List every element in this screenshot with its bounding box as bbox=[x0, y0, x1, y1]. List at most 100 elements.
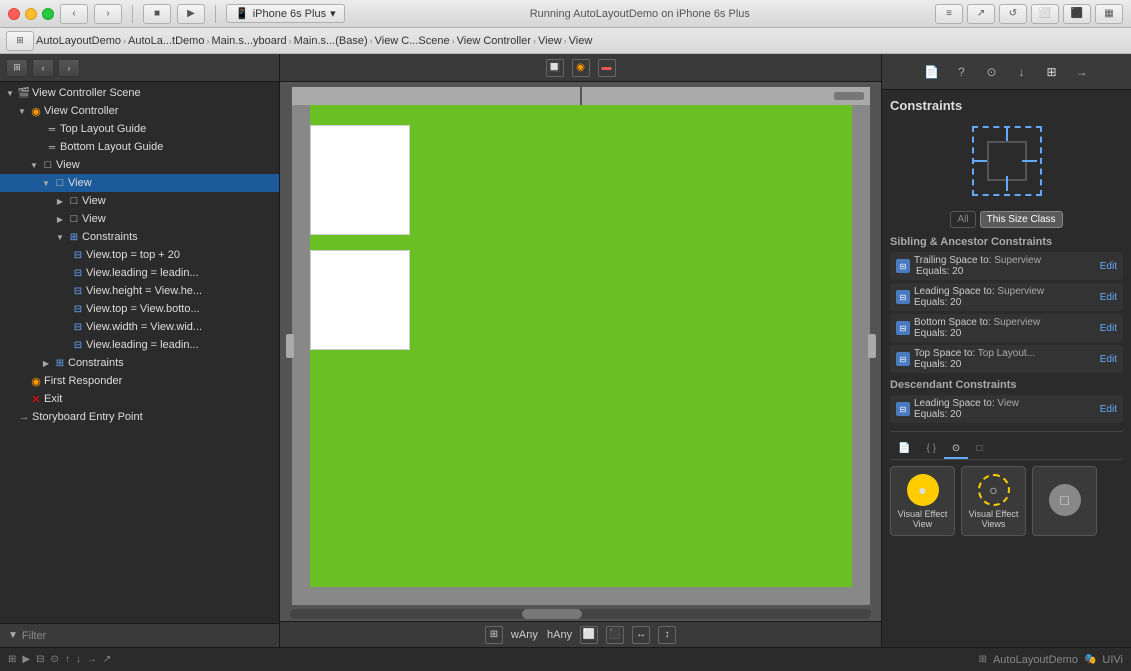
resize-handle-right[interactable] bbox=[868, 334, 876, 358]
canvas-toolbar-icon3[interactable]: ▬ bbox=[598, 59, 616, 77]
bottom-icon2[interactable]: ⬜ bbox=[580, 626, 598, 644]
breadcrumb-menu-button[interactable]: ⊞ bbox=[6, 31, 34, 51]
left-toolbar-btn3[interactable]: › bbox=[58, 59, 80, 77]
sidebar-item-constraint-3[interactable]: ⊟ View.height = View.he... bbox=[0, 282, 279, 300]
stop-button[interactable]: ■ bbox=[143, 4, 171, 24]
play-button[interactable]: ▶ bbox=[177, 4, 205, 24]
rt-files-button[interactable]: 📄 bbox=[918, 59, 946, 85]
edit-leading-button[interactable]: Edit bbox=[1100, 292, 1117, 303]
sidebar-item-first-responder[interactable]: ◉ First Responder bbox=[0, 372, 279, 390]
sidebar-item-constraint-4[interactable]: ⊟ View.top = View.botto... bbox=[0, 300, 279, 318]
forward-button[interactable]: › bbox=[94, 4, 122, 24]
sidebar-item-view-controller-scene[interactable]: ▼ 🎬 View Controller Scene bbox=[0, 84, 279, 102]
filter-label: Filter bbox=[22, 630, 46, 642]
constraint-item-icon: ⊟ bbox=[70, 250, 86, 261]
white-box-1[interactable] bbox=[310, 125, 410, 235]
constraints-icon: ⊞ bbox=[52, 358, 68, 369]
sidebar-item-view-selected[interactable]: ▼ □ View bbox=[0, 174, 279, 192]
close-button[interactable] bbox=[8, 8, 20, 20]
sidebar-item-top-layout-guide[interactable]: ═ Top Layout Guide bbox=[0, 120, 279, 138]
bottom-icon1[interactable]: ⊞ bbox=[485, 626, 503, 644]
breadcrumb-item-7[interactable]: View bbox=[538, 35, 562, 47]
breadcrumb-label: AutoLa...tDemo bbox=[128, 35, 204, 47]
panel2-button[interactable]: ⬛ bbox=[1063, 4, 1091, 24]
guide-label: Bottom Layout Guide bbox=[60, 141, 163, 153]
lib-item-visual-effect[interactable]: ● Visual Effect View bbox=[890, 466, 955, 536]
resize-handle-top[interactable] bbox=[580, 87, 582, 107]
sidebar-item-constraints-2[interactable]: ▶ ⊞ Constraints bbox=[0, 354, 279, 372]
white-box-2[interactable] bbox=[310, 250, 410, 350]
guide-label: Top Layout Guide bbox=[60, 123, 146, 135]
lib-tab-files[interactable]: 📄 bbox=[890, 440, 918, 459]
breadcrumb-item-2[interactable]: AutoLa...tDemo bbox=[128, 35, 204, 47]
breadcrumb-label: View bbox=[538, 35, 562, 47]
breadcrumb-item-6[interactable]: View Controller bbox=[457, 35, 531, 47]
sidebar-item-constraint-6[interactable]: ⊟ View.leading = leadin... bbox=[0, 336, 279, 354]
toggle-size-class[interactable]: This Size Class bbox=[980, 211, 1063, 228]
redo-button[interactable]: ↺ bbox=[999, 4, 1027, 24]
constraint-icon: ⊟ bbox=[896, 290, 910, 304]
back-button[interactable]: ‹ bbox=[60, 4, 88, 24]
lib-item-visual-effect-dashed[interactable]: ○ Visual Effect Views bbox=[961, 466, 1026, 536]
sidebar-item-constraint-2[interactable]: ⊟ View.leading = leadin... bbox=[0, 264, 279, 282]
view-canvas[interactable] bbox=[310, 105, 852, 587]
panel1-button[interactable]: ⬜ bbox=[1031, 4, 1059, 24]
sidebar-item-view-controller[interactable]: ▼ ◉ View Controller bbox=[0, 102, 279, 120]
sidebar-item-storyboard-entry[interactable]: → Storyboard Entry Point bbox=[0, 408, 279, 426]
edit-descendant-button[interactable]: Edit bbox=[1100, 404, 1117, 415]
scheme-selector[interactable]: 📱 iPhone 6s Plus ▾ bbox=[226, 4, 345, 23]
sidebar-item-view-parent[interactable]: ▼ □ View bbox=[0, 156, 279, 174]
minimize-button[interactable] bbox=[25, 8, 37, 20]
object-library: 📄 { } ⊙ □ ● Visual Effect View ○ Visual … bbox=[890, 431, 1123, 536]
lib-tab-views[interactable]: □ bbox=[968, 440, 990, 459]
align-button[interactable]: ≡ bbox=[935, 4, 963, 24]
lib-tab-objects[interactable]: ⊙ bbox=[944, 440, 968, 459]
left-toolbar-btn1[interactable]: ⊞ bbox=[6, 59, 28, 77]
panel3-button[interactable]: ▦ bbox=[1095, 4, 1123, 24]
filter-icon: ▼ bbox=[8, 630, 18, 641]
sidebar-item-bottom-layout-guide[interactable]: ═ Bottom Layout Guide bbox=[0, 138, 279, 156]
edit-top-button[interactable]: Edit bbox=[1100, 354, 1117, 365]
sidebar-item-constraints[interactable]: ▼ ⊞ Constraints bbox=[0, 228, 279, 246]
toggle-all[interactable]: All bbox=[950, 211, 975, 228]
sidebar-item-constraint-1[interactable]: ⊟ View.top = top + 20 bbox=[0, 246, 279, 264]
breadcrumb-item-4[interactable]: Main.s...(Base) bbox=[294, 35, 368, 47]
sidebar-item-view-sub2[interactable]: ▶ □ View bbox=[0, 210, 279, 228]
share-button[interactable]: ↗ bbox=[967, 4, 995, 24]
bottom-icon3[interactable]: ⬛ bbox=[606, 626, 624, 644]
canvas-toolbar: 🔲 ◉ ▬ bbox=[280, 54, 881, 82]
lib-tab-code[interactable]: { } bbox=[918, 440, 943, 459]
canvas-toolbar-icon2[interactable]: ◉ bbox=[572, 59, 590, 77]
breadcrumb-arrow: › bbox=[206, 36, 209, 46]
divider bbox=[890, 431, 1123, 432]
breadcrumb-item-1[interactable]: AutoLayoutDemo bbox=[36, 35, 121, 47]
breadcrumb-item-5[interactable]: View C...Scene bbox=[375, 35, 450, 47]
bottom-icon4[interactable]: ↔ bbox=[632, 626, 650, 644]
edit-bottom-button[interactable]: Edit bbox=[1100, 323, 1117, 334]
constraints-icon: ⊞ bbox=[66, 232, 82, 243]
lib-item-view-gray[interactable]: □ bbox=[1032, 466, 1097, 536]
bottom-icon4: ⊙ bbox=[50, 654, 58, 665]
horizontal-scrollbar[interactable] bbox=[290, 609, 871, 619]
rt-size-button[interactable]: ⊞ bbox=[1038, 59, 1066, 85]
sidebar-item-constraint-5[interactable]: ⊟ View.width = View.wid... bbox=[0, 318, 279, 336]
rt-connections-button[interactable]: → bbox=[1068, 59, 1096, 85]
resize-handle-left[interactable] bbox=[286, 334, 294, 358]
responder-label: First Responder bbox=[44, 375, 122, 387]
canvas-area[interactable] bbox=[280, 82, 881, 609]
sidebar-item-view-sub1[interactable]: ▶ □ View bbox=[0, 192, 279, 210]
rt-identity-button[interactable]: ⊙ bbox=[978, 59, 1006, 85]
canvas-toolbar-icon1[interactable]: 🔲 bbox=[546, 59, 564, 77]
breadcrumb-item-3[interactable]: Main.s...yboard bbox=[211, 35, 286, 47]
breadcrumb-item-8[interactable]: View bbox=[569, 35, 593, 47]
rt-attributes-button[interactable]: ↓ bbox=[1008, 59, 1036, 85]
zoom-button[interactable] bbox=[42, 8, 54, 20]
rt-quick-help-button[interactable]: ? bbox=[948, 59, 976, 85]
bottom-icon3: ⊟ bbox=[36, 654, 44, 665]
edit-trailing-button[interactable]: Edit bbox=[1100, 261, 1117, 272]
right-content: Constraints All This Size Class Sibling … bbox=[882, 90, 1131, 647]
bottom-icon5[interactable]: ↕ bbox=[658, 626, 676, 644]
arrow-icon: ▶ bbox=[40, 359, 52, 368]
left-toolbar-btn2[interactable]: ‹ bbox=[32, 59, 54, 77]
sidebar-item-exit[interactable]: ✕ Exit bbox=[0, 390, 279, 408]
